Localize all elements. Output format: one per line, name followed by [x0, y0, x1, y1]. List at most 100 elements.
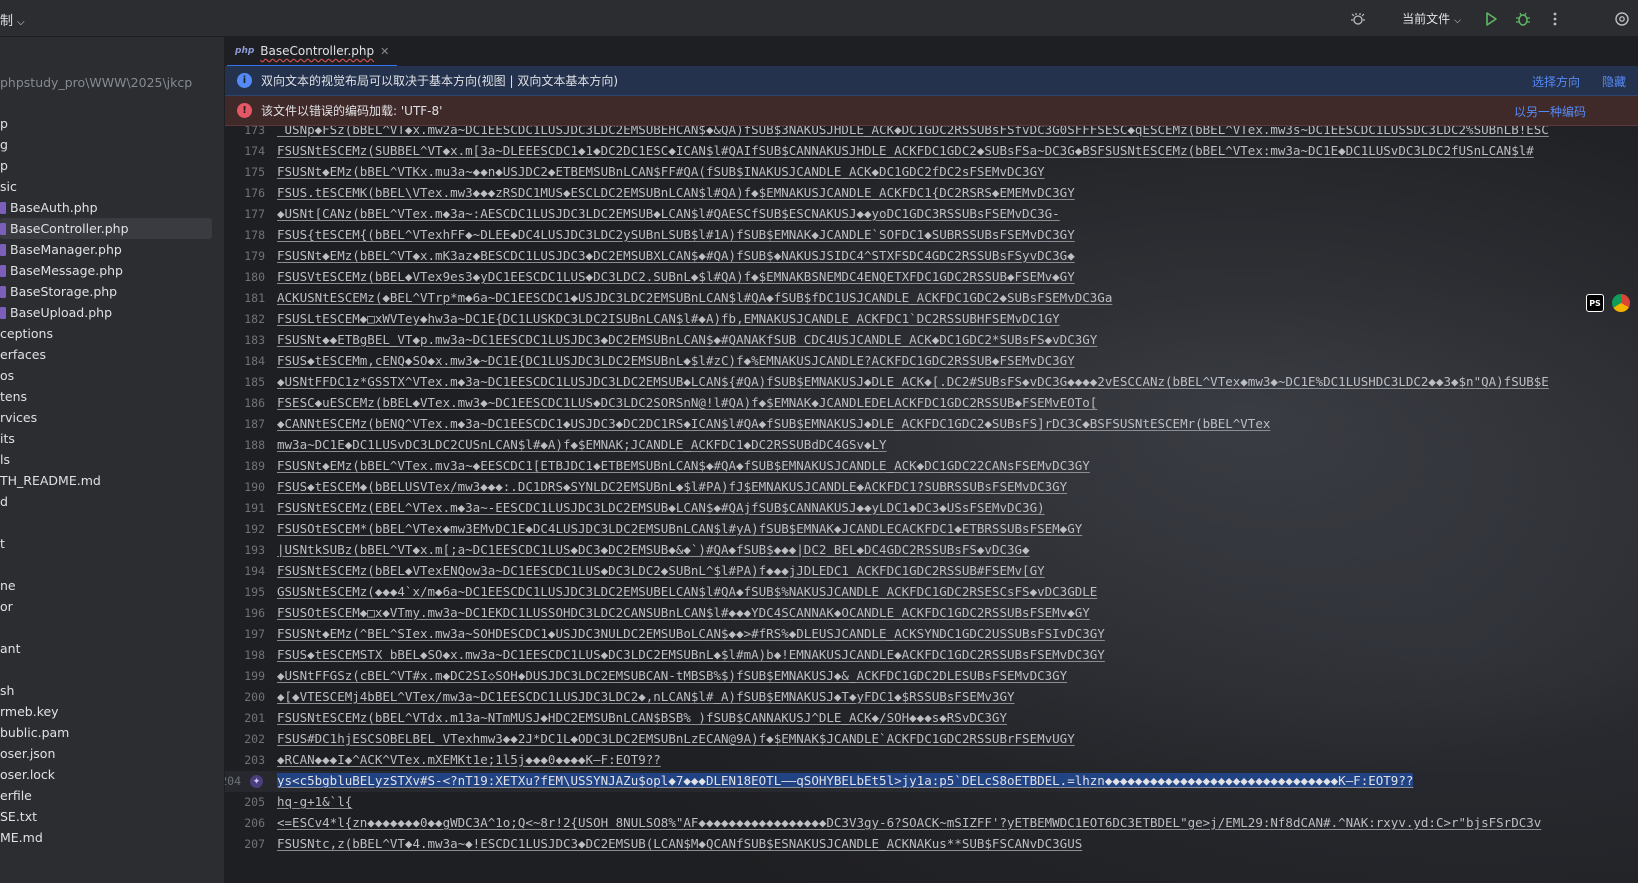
error-banner-text: 该文件以错误的编码加载: 'UTF-8' [261, 104, 443, 118]
code-line: ◆USNt[CANz(bBEL^VTex.m◆3a~:AESCDC1LUSJDC… [277, 206, 1060, 221]
code-editor[interactable]: PS 173 USNp◆FSz(bBEL^VT◆x.mw2a~DC1EESCDC… [225, 126, 1638, 883]
tree-item-base-storage[interactable]: BaseStorage.php [0, 281, 212, 302]
code-line: <=ESCv4*l{zn◆◆◆◆◆◆◆0◆◆gWDC3A^1o;Q<~8r!2{… [277, 815, 1542, 830]
tree-item-label: erfaces [0, 347, 46, 362]
line-number: 198 [244, 648, 265, 662]
bug-settings-icon[interactable] [1347, 8, 1369, 30]
line-number: 184 [244, 354, 265, 368]
tree-item[interactable]: erfile [0, 785, 212, 806]
tree-item[interactable]: bublic.pam [0, 722, 212, 743]
debug-icon[interactable] [1512, 8, 1534, 30]
phpstorm-icon[interactable]: PS [1586, 294, 1604, 312]
main-menu-button[interactable]: 制 ⌵ [0, 10, 25, 29]
choose-direction-link[interactable]: 选择方向 [1532, 73, 1580, 90]
tree-item[interactable]: sh [0, 680, 212, 701]
tree-item-base-message[interactable]: BaseMessage.php [0, 260, 212, 281]
code-line: FSUS◆tESCEM◆(bBELUSVTex/mw3◆◆◆:.DC1DRS◆S… [277, 479, 1068, 494]
line-number: 190 [244, 480, 265, 494]
tree-item-label: BaseManager.php [10, 242, 122, 257]
hide-banner-link[interactable]: 隐藏 [1602, 73, 1638, 90]
tree-item[interactable]: rmeb.key [0, 701, 212, 722]
php-file-icon [0, 285, 6, 298]
close-icon[interactable]: ✕ [380, 45, 389, 58]
tree-item[interactable]: ME.md [0, 827, 212, 848]
gutter-marker-icon[interactable]: ✦ [250, 775, 263, 788]
code-line: FSUSOtESCEM*(bBEL^VTex◆mw3EMvDC1E◆DC4LUS… [277, 521, 1083, 536]
line-number: 197 [244, 627, 265, 641]
php-file-icon [0, 306, 6, 319]
tree-item-label: rvices [0, 410, 38, 425]
tree-item-label: BaseStorage.php [10, 284, 118, 299]
php-file-icon [0, 222, 6, 235]
tree-item-label: ME.md [0, 830, 43, 845]
error-icon: ! [237, 103, 252, 118]
tree-item[interactable]: oser.json [0, 743, 212, 764]
chevron-down-icon: ⌵ [1454, 16, 1461, 26]
code-line: ◆CANNtESCEMz(bENQ^VTex.m◆3a~DC1EESCDC1◆U… [277, 416, 1271, 431]
tree-item[interactable]: erfaces [0, 344, 212, 365]
tree-item[interactable]: ls [0, 449, 212, 470]
tree-item-base-controller[interactable]: BaseController.php [0, 218, 212, 239]
tree-item[interactable]: g [0, 134, 212, 155]
line-number: 199 [244, 669, 265, 683]
line-number: 185 [244, 375, 265, 389]
editor-pane: php BaseController.php ✕ i 双向文本的视觉布局可以取决… [225, 37, 1638, 883]
tree-item-base-auth[interactable]: BaseAuth.php [0, 197, 212, 218]
tree-item-base-upload[interactable]: BaseUpload.php [0, 302, 212, 323]
php-file-icon [0, 264, 6, 277]
line-number: 178 [244, 228, 265, 242]
tree-item-base-manager[interactable]: BaseManager.php [0, 239, 212, 260]
line-number: 189 [244, 459, 265, 473]
more-actions-icon[interactable] [1544, 8, 1566, 30]
php-file-icon [0, 201, 6, 214]
line-number: 201 [244, 711, 265, 725]
tree-item[interactable]: d [0, 491, 212, 512]
line-number: 203 [244, 753, 265, 767]
tree-item[interactable]: TH_README.md [0, 470, 212, 491]
tree-item[interactable]: its [0, 428, 212, 449]
tree-item[interactable]: or [0, 596, 212, 617]
tree-item-label: sic [0, 179, 17, 194]
run-config-selector[interactable]: 当前文件 ⌵ [1402, 10, 1461, 27]
tree-item[interactable]: ceptions [0, 323, 212, 344]
tree-item[interactable]: p [0, 155, 212, 176]
project-root-path[interactable]: phpstudy_pro\WWW\2025\jkcp [0, 75, 192, 90]
tree-item[interactable]: tens [0, 386, 212, 407]
reload-encoding-link[interactable]: 以另一种编码 [1514, 103, 1638, 120]
editor-tabs: php BaseController.php ✕ [225, 37, 1638, 67]
tree-item[interactable]: rvices [0, 407, 212, 428]
tree-item-label: erfile [0, 788, 32, 803]
code-line: FSUS.tESCEMK(bBEL\VTex.mw3◆◆◆zRSDC1MUS◆E… [277, 185, 1075, 200]
line-number: 192 [244, 522, 265, 536]
code-line: FSUS#DC1hjESCSOBELBEL_VTexhmw3◆◆2J*DC1L◆… [277, 731, 1075, 746]
tree-item-label: ls [0, 452, 10, 467]
tree-item[interactable]: ne [0, 575, 212, 596]
tree-item[interactable]: SE.txt [0, 806, 212, 827]
tree-item[interactable]: os [0, 365, 212, 386]
line-number: 204 [225, 774, 241, 788]
browser-preview-icons: PS [1586, 294, 1638, 312]
tree-item[interactable]: p [0, 113, 212, 134]
tab-base-controller[interactable]: php BaseController.php ✕ [227, 37, 398, 67]
selected-text: ys<c5bgbluBELyzSTXv#S-<?nT19:XETXu?fEM\U… [277, 773, 1414, 788]
code-line: FSUSNtESCEMz(SUBBEL^VT◆x.m[3a~DLEEESCDC1… [277, 143, 1534, 158]
tree-item-label: TH_README.md [0, 473, 101, 488]
tree-item-label: BaseUpload.php [10, 305, 113, 320]
tree-item[interactable]: oser.lock [0, 764, 212, 785]
run-icon[interactable] [1480, 8, 1502, 30]
code-line: FSUSNt◆EMz(^BEL^SIex.mw3a~SOHDESCDC1◆USJ… [277, 626, 1105, 641]
php-file-icon [0, 243, 6, 256]
bidi-info-banner: i 双向文本的视觉布局可以取决于基本方向(视图 | 双向文本基本方向) 选择方向… [225, 66, 1638, 96]
tree-item[interactable]: ant [0, 638, 212, 659]
line-number: 187 [244, 417, 265, 431]
tree-item-label: or [0, 599, 13, 614]
chrome-icon[interactable] [1612, 294, 1630, 312]
line-number: 193 [244, 543, 265, 557]
account-icon[interactable] [1611, 8, 1633, 30]
line-number: 188 [244, 438, 265, 452]
tree-item-label: sh [0, 683, 15, 698]
tree-item[interactable]: t [0, 533, 212, 554]
tree-item-label: ant [0, 641, 21, 656]
encoding-error-banner: ! 该文件以错误的编码加载: 'UTF-8' 以另一种编码 [225, 96, 1638, 126]
tree-item[interactable]: sic [0, 176, 212, 197]
